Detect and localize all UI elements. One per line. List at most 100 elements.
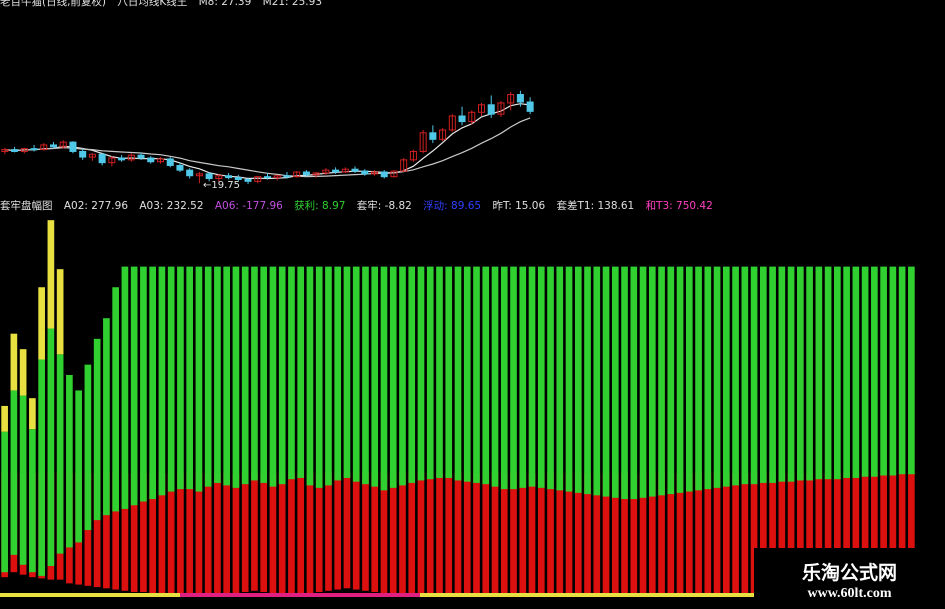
profit-bar — [278, 266, 286, 473]
profit-bar-lower — [611, 473, 619, 498]
profit-bar-lower — [574, 473, 582, 493]
trapped-bar — [473, 473, 480, 597]
profit-bar — [593, 266, 601, 473]
candle-body — [283, 175, 291, 178]
ma-indicator-label: 八日均线K线王 — [117, 0, 188, 8]
trapped-bar — [297, 473, 305, 595]
chart-canvas[interactable] — [0, 0, 945, 609]
profit-bar — [223, 266, 231, 473]
profit-bar — [695, 266, 702, 473]
profit-bar — [436, 266, 443, 473]
profit-bar-lower — [482, 473, 490, 485]
profit-bar — [639, 266, 647, 473]
profit-bar — [621, 266, 628, 473]
profit-bar-lower — [593, 473, 601, 496]
gap-t1-value: 套差T1: 138.61 — [556, 200, 635, 212]
candle-body — [487, 104, 495, 115]
profit-bar — [177, 266, 184, 473]
m8-value: M8: 27.39 — [198, 0, 252, 8]
overflow-bar — [10, 333, 18, 391]
candle-body — [98, 153, 106, 164]
profit-bar — [29, 429, 36, 473]
candle-body — [166, 158, 174, 166]
profit-bar — [630, 266, 638, 473]
profit-bar-lower — [778, 473, 786, 482]
profit-bar — [704, 266, 712, 473]
profit-bar — [491, 266, 499, 473]
profit-bar — [56, 354, 64, 473]
profit-bar-lower — [695, 473, 702, 491]
profit-bar-lower — [815, 473, 823, 480]
profit-bar — [787, 266, 795, 473]
candle-body — [380, 171, 388, 178]
profit-bar-lower — [315, 473, 323, 488]
profit-bar — [204, 266, 212, 473]
trapped-bar — [306, 473, 314, 594]
profit-bar — [214, 266, 221, 473]
indicator-title: 套牢盘幅图 — [0, 200, 53, 212]
overflow-bar — [29, 398, 36, 430]
profit-bar — [251, 266, 258, 473]
profit-bar — [1, 431, 8, 473]
profit-bar — [195, 266, 203, 473]
profit-bar-lower — [760, 473, 767, 483]
trapped-value: 套牢: -8.82 — [356, 200, 412, 212]
overflow-bar — [38, 287, 45, 360]
profit-bar — [19, 395, 27, 473]
profit-bar-lower — [537, 473, 545, 488]
profit-bar — [685, 266, 693, 473]
trapped-bar — [436, 473, 443, 597]
profit-bar — [760, 266, 767, 473]
watermark-url: www.60lt.com — [807, 586, 892, 601]
candle-body — [332, 169, 340, 173]
profit-bar-lower — [75, 473, 82, 543]
profit-bar — [66, 374, 73, 473]
profit-bar-lower — [704, 473, 712, 490]
trapped-bar — [278, 473, 286, 595]
profit-bar-lower — [158, 473, 166, 496]
profit-bar-lower — [722, 473, 730, 487]
profit-bar — [93, 338, 101, 473]
profit-bar — [556, 266, 564, 473]
profit-bar — [510, 266, 517, 473]
candle-body — [302, 171, 310, 176]
profit-bar-lower — [667, 473, 675, 495]
profit-bar-lower — [399, 473, 406, 486]
profit-bar — [602, 266, 610, 473]
candle-body — [186, 169, 194, 177]
profit-bar — [547, 266, 554, 473]
profit-bar-lower — [584, 473, 591, 495]
chart-window: 老百牛猫(日线,前复权) 八日均线K线王 M8: 27.39 M21: 25.9… — [0, 0, 945, 609]
profit-bar — [158, 266, 166, 473]
profit-bar-lower — [195, 473, 203, 492]
profit-bar — [741, 266, 749, 473]
m21-value: M21: 25.93 — [262, 0, 322, 8]
profit-bar — [500, 266, 508, 473]
profit-bar — [574, 266, 582, 473]
trapped-bar — [371, 473, 379, 593]
profit-bar-lower — [556, 473, 564, 491]
profit-bar — [112, 287, 119, 473]
profit-bar-lower — [824, 473, 832, 480]
profit-bar-lower — [454, 473, 462, 481]
profit-bar-lower — [843, 473, 850, 478]
trapped-bar — [334, 473, 342, 590]
profit-bar — [103, 318, 110, 473]
profit-bar-lower — [29, 473, 36, 573]
profit-bar — [445, 266, 453, 473]
profit-bar — [667, 266, 675, 473]
profit-bar-lower — [149, 473, 156, 500]
trapped-bar — [260, 473, 268, 593]
profit-bar — [130, 266, 138, 473]
profit-bar-lower — [463, 473, 471, 482]
profit-bar — [843, 266, 850, 473]
profit-bar-lower — [223, 473, 231, 486]
candle-body — [79, 150, 87, 158]
overflow-bar — [1, 405, 8, 432]
profit-bar-lower — [630, 473, 638, 500]
candle-body — [176, 164, 184, 171]
profit-bar-lower — [278, 473, 286, 485]
profit-bar-lower — [639, 473, 647, 498]
profit-bar — [362, 266, 369, 473]
trapped-bar — [500, 473, 508, 597]
